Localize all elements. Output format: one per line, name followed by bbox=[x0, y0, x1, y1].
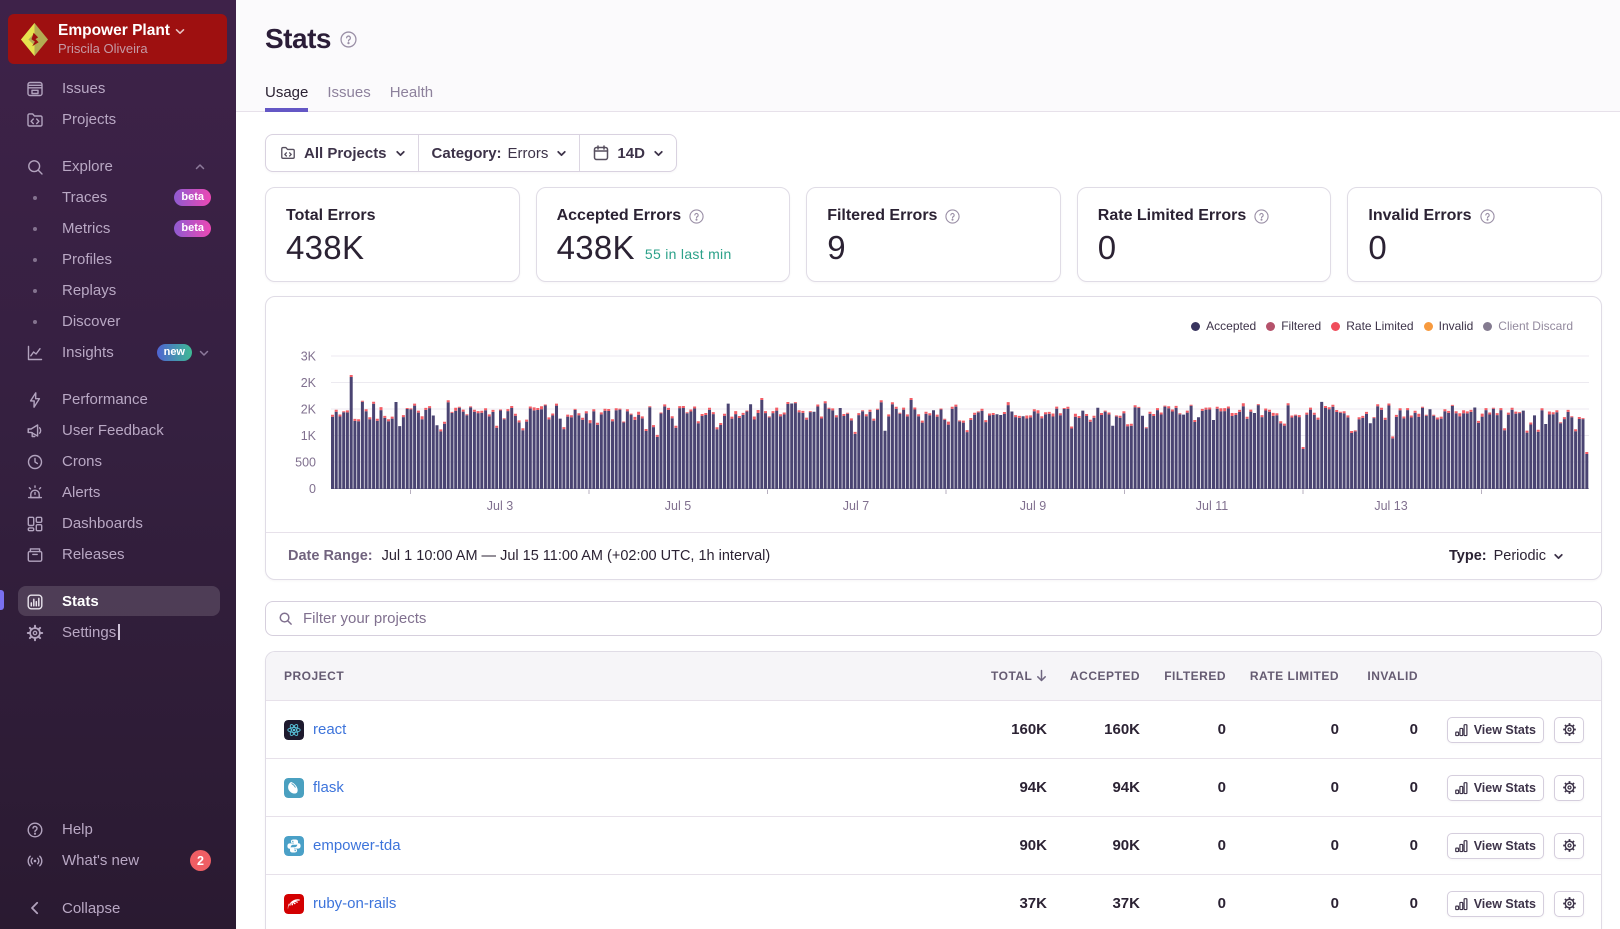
svg-text:500: 500 bbox=[295, 456, 316, 470]
svg-text:Jul 11: Jul 11 bbox=[1196, 499, 1228, 513]
svg-text:Jul 9: Jul 9 bbox=[1020, 499, 1046, 513]
svg-text:Jul 13: Jul 13 bbox=[1374, 499, 1407, 513]
svg-text:2K: 2K bbox=[301, 403, 317, 417]
svg-text:0: 0 bbox=[309, 482, 316, 496]
svg-text:3K: 3K bbox=[301, 350, 317, 364]
svg-text:2K: 2K bbox=[301, 376, 317, 390]
svg-text:1K: 1K bbox=[301, 429, 317, 443]
svg-text:Jul 7: Jul 7 bbox=[843, 499, 869, 513]
svg-text:Jul 5: Jul 5 bbox=[665, 499, 691, 513]
svg-text:Jul 3: Jul 3 bbox=[487, 499, 513, 513]
